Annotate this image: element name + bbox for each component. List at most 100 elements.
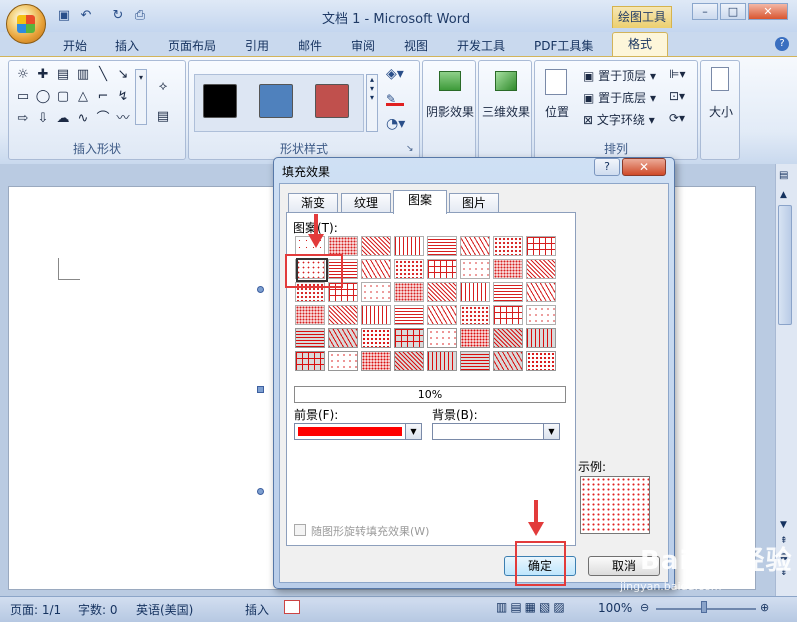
outline-color-icon[interactable]: ✎ [386, 92, 404, 106]
save-icon[interactable]: ▣ [56, 8, 72, 24]
pattern-cell[interactable] [460, 259, 490, 279]
macro-icon[interactable] [284, 600, 300, 614]
pattern-cell[interactable] [526, 259, 556, 279]
pattern-cell[interactable] [361, 305, 391, 325]
tab-insert[interactable]: 插入 [115, 36, 139, 56]
pattern-cell[interactable] [427, 351, 457, 371]
textbox-shape-icon[interactable]: ▤ [55, 67, 71, 83]
pattern-cell[interactable] [361, 351, 391, 371]
zoom-slider-thumb[interactable] [701, 601, 707, 613]
pattern-cell[interactable] [328, 236, 358, 256]
minimize-button[interactable]: – [692, 3, 718, 20]
pattern-cell[interactable] [460, 305, 490, 325]
background-color-select[interactable]: ▼ [432, 423, 560, 440]
rounded-rect-shape-icon[interactable]: ▢ [55, 89, 71, 105]
shape-handle[interactable] [257, 286, 264, 293]
tab-pattern[interactable]: 图案 [393, 190, 447, 214]
pattern-cell[interactable] [493, 351, 523, 371]
oval-shape-icon[interactable]: ◯ [35, 89, 51, 105]
chevron-down-icon[interactable]: ▼ [405, 424, 421, 439]
pattern-cell[interactable] [493, 305, 523, 325]
page-count[interactable]: 页面: 1/1 [10, 601, 61, 618]
pattern-cell[interactable] [394, 259, 424, 279]
office-button[interactable] [6, 4, 46, 44]
3d-effect-icon[interactable] [495, 71, 517, 91]
3d-effect-button[interactable]: 三维效果 [479, 103, 533, 120]
close-window-button[interactable]: ✕ [748, 3, 788, 20]
language[interactable]: 英语(美国) [136, 601, 193, 618]
tab-picture[interactable]: 图片 [449, 193, 499, 213]
tab-mailings[interactable]: 邮件 [298, 36, 322, 56]
change-shape-icon[interactable]: ◔▾ [386, 116, 405, 132]
pattern-cell[interactable] [394, 305, 424, 325]
pattern-cell[interactable] [295, 305, 325, 325]
rectangle-shape-icon[interactable]: ▭ [15, 89, 31, 105]
star-shape-icon[interactable]: ☼ [15, 67, 31, 83]
triangle-shape-icon[interactable]: △ [75, 89, 91, 105]
tab-texture[interactable]: 纹理 [341, 193, 391, 213]
style-gallery-scroll[interactable]: ▴ ▾ ▾ [366, 74, 378, 132]
pattern-cell[interactable] [427, 328, 457, 348]
callout-shape-icon[interactable]: ☁ [55, 111, 71, 127]
right-arrow-shape-icon[interactable]: ⇨ [15, 111, 31, 127]
shapes-gallery-scroll[interactable]: ▾ [135, 69, 147, 125]
cross-shape-icon[interactable]: ✚ [35, 67, 51, 83]
pattern-cell[interactable] [427, 259, 457, 279]
edit-shape-icon[interactable]: ⟡ [155, 79, 171, 95]
dialog-close-button[interactable]: ✕ [622, 158, 666, 176]
send-to-back-button[interactable]: ▣ 置于底层 ▾ [583, 89, 656, 106]
align-icon[interactable]: ⊫▾ [669, 67, 685, 81]
word-count[interactable]: 字数: 0 [78, 601, 118, 618]
tab-format[interactable]: 格式 [612, 32, 668, 56]
pattern-cell[interactable] [427, 236, 457, 256]
position-icon[interactable] [545, 69, 567, 95]
size-icon[interactable] [711, 67, 729, 91]
arc-shape-icon[interactable]: ⌒ [95, 111, 111, 127]
vertical-textbox-icon[interactable]: ▥ [75, 67, 91, 83]
redo-icon[interactable]: ↻ [110, 8, 126, 24]
zoom-level[interactable]: 100% [598, 601, 632, 615]
scrollbar-thumb[interactable] [778, 205, 792, 325]
tab-pdf-tools[interactable]: PDF工具集 [534, 36, 593, 56]
pattern-cell[interactable] [460, 328, 490, 348]
style-swatch-blue[interactable] [259, 84, 293, 118]
pattern-cell[interactable] [295, 351, 325, 371]
size-button[interactable]: 大小 [701, 103, 741, 120]
position-button[interactable]: 位置 [539, 103, 575, 120]
pattern-cell[interactable] [394, 282, 424, 302]
tab-review[interactable]: 审阅 [351, 36, 375, 56]
pattern-cell[interactable] [295, 328, 325, 348]
shape-handle[interactable] [257, 488, 264, 495]
tab-view[interactable]: 视图 [404, 36, 428, 56]
zoom-in-icon[interactable]: ⊕ [760, 601, 769, 614]
text-wrap-button[interactable]: ⊠ 文字环绕 ▾ [583, 111, 655, 128]
dialog-help-button[interactable]: ? [594, 158, 620, 176]
line-shape-icon[interactable]: ╲ [95, 67, 111, 83]
pattern-cell[interactable] [328, 351, 358, 371]
arrow-line-shape-icon[interactable]: ↘ [115, 67, 131, 83]
tab-references[interactable]: 引用 [245, 36, 269, 56]
tab-home[interactable]: 开始 [63, 36, 87, 56]
scroll-down-icon[interactable]: ▼ [780, 520, 787, 530]
tab-page-layout[interactable]: 页面布局 [168, 36, 216, 56]
pattern-cell[interactable] [493, 328, 523, 348]
foreground-color-select[interactable]: ▼ [294, 423, 422, 440]
down-arrow-shape-icon[interactable]: ⇩ [35, 111, 51, 127]
help-icon[interactable]: ? [775, 37, 789, 51]
view-buttons[interactable]: ▥▤▦▧▨ [496, 600, 568, 614]
curved-connector-icon[interactable]: ↯ [115, 89, 131, 105]
elbow-connector-icon[interactable]: ⌐ [95, 89, 111, 105]
style-swatch-black[interactable] [203, 84, 237, 118]
undo-icon[interactable]: ↶ [78, 8, 94, 24]
scroll-up-icon[interactable]: ▲ [780, 190, 787, 200]
shadow-effect-button[interactable]: 阴影效果 [423, 103, 477, 120]
chevron-down-icon[interactable]: ▼ [543, 424, 559, 439]
fill-color-icon[interactable]: ◈▾ [386, 66, 404, 82]
bring-to-front-button[interactable]: ▣ 置于顶层 ▾ [583, 67, 656, 84]
pattern-cell[interactable] [460, 236, 490, 256]
ruler-toggle-icon[interactable]: ▤ [779, 170, 788, 181]
rotate-fill-checkbox[interactable] [294, 524, 306, 536]
pattern-cell[interactable] [361, 328, 391, 348]
pattern-cell[interactable] [493, 236, 523, 256]
text-box-icon[interactable]: ▤ [155, 109, 171, 125]
